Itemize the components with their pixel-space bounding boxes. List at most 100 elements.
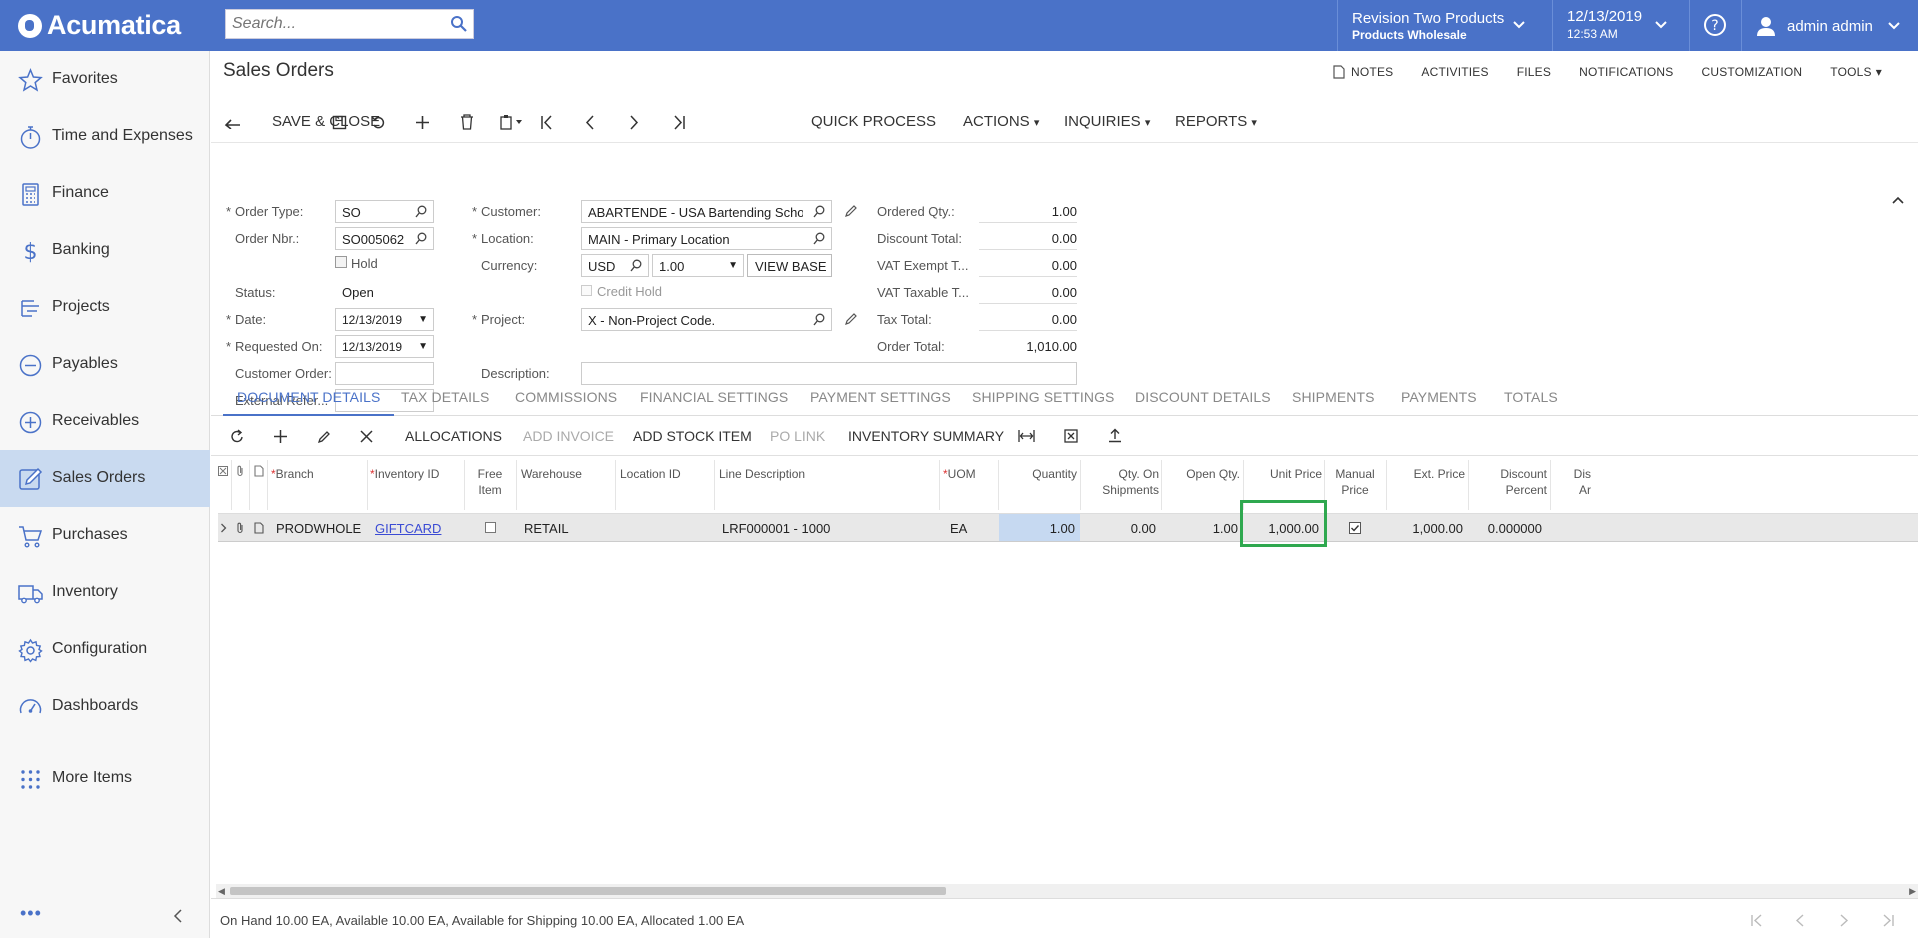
search-icon[interactable] [813,313,826,326]
order-type-field[interactable]: SO [335,200,434,223]
sidebar-item-finance[interactable]: Finance [0,165,210,222]
col-discount-percent[interactable]: Discount Percent [1468,466,1547,498]
search-input[interactable] [226,10,446,38]
user-menu[interactable]: admin admin [1755,15,1901,37]
sidebar-item-time-and-expenses[interactable]: Time and Expenses [0,108,210,165]
search-icon[interactable] [813,232,826,245]
col-manual-price[interactable]: Manual Price [1324,466,1386,498]
col-quantity[interactable]: Quantity [998,466,1077,482]
help-icon[interactable]: ? [1703,13,1727,37]
horizontal-scrollbar[interactable]: ◀ ▶ [216,884,1918,898]
scroll-right-icon[interactable]: ▶ [1909,886,1916,897]
actions-menu[interactable]: ACTIONS ▾ [963,113,1039,130]
add-row-icon[interactable] [273,429,288,444]
next-record-icon[interactable] [629,115,639,130]
customer-field[interactable]: ABARTENDE - USA Bartending Schoo [581,200,832,223]
sidebar-item-favorites[interactable]: Favorites [0,51,210,108]
refresh-icon[interactable] [230,429,245,444]
caret-down-icon[interactable]: ▼ [418,341,428,352]
sidebar-item-sales-orders[interactable]: Sales Orders [0,450,210,507]
excel-export-icon[interactable] [1064,429,1078,443]
project-field[interactable]: X - Non-Project Code. [581,308,832,331]
reports-menu[interactable]: REPORTS ▾ [1175,113,1257,130]
tab-commissions[interactable]: COMMISSIONS [515,389,617,405]
more-options-icon[interactable]: ••• [20,903,42,924]
col-inventory-id[interactable]: *Inventory ID [370,466,439,482]
order-nbr-field[interactable]: SO005062 [335,227,434,250]
caret-down-icon[interactable]: ▼ [728,260,738,271]
sidebar-item-inventory[interactable]: Inventory [0,564,210,621]
files-link[interactable]: FILES [1517,65,1551,79]
cell-open-qty[interactable]: 1.00 [1161,521,1238,536]
col-uom[interactable]: *UOM [943,466,976,482]
copy-paste-icon[interactable] [499,114,525,130]
search-icon[interactable] [450,15,468,33]
save-close-button[interactable]: SAVE & CLOSE [272,113,380,130]
cell-qty-on-shipments[interactable]: 0.00 [1080,521,1156,536]
scroll-left-icon[interactable]: ◀ [218,886,225,897]
cell-uom[interactable]: EA [950,521,967,536]
sidebar-item-dashboards[interactable]: Dashboards [0,678,210,735]
col-free-item[interactable]: Free Item [464,466,516,498]
inventory-summary-button[interactable]: INVENTORY SUMMARY [848,428,1004,444]
manual-price-checkbox[interactable] [1349,522,1361,534]
view-base-button[interactable]: VIEW BASE [747,254,832,277]
col-location-id[interactable]: Location ID [620,466,681,482]
activities-link[interactable]: ACTIVITIES [1421,65,1488,79]
edit-icon[interactable] [317,429,332,444]
tab-financial-settings[interactable]: FINANCIAL SETTINGS [640,389,788,405]
acumatica-logo[interactable]: Acumatica [18,10,181,41]
fit-columns-icon[interactable] [1018,429,1035,443]
cell-discount-percent[interactable]: 0.000000 [1468,521,1542,536]
note-icon[interactable] [254,522,264,534]
credit-hold-checkbox[interactable] [581,285,592,296]
close-icon[interactable] [360,430,373,443]
currency-rate-field[interactable]: 1.00 ▼ [652,254,744,277]
business-date-selector[interactable]: 12/13/2019 12:53 AM [1567,8,1642,41]
search-icon[interactable] [415,205,428,218]
chevron-down-icon[interactable] [1512,20,1526,30]
col-open-qty[interactable]: Open Qty. [1161,466,1240,482]
add-stock-item-button[interactable]: ADD STOCK ITEM [633,428,752,444]
grid-settings-icon[interactable] [218,466,228,476]
previous-page-icon[interactable] [1795,914,1805,927]
tab-payment-settings[interactable]: PAYMENT SETTINGS [810,389,951,405]
col-ext-price[interactable]: Ext. Price [1386,466,1465,482]
edit-icon[interactable] [844,312,858,326]
requested-on-field[interactable]: 12/13/2019 ▼ [335,335,434,358]
sidebar-item-banking[interactable]: $ Banking [0,222,210,279]
inquiries-menu[interactable]: INQUIRIES ▾ [1064,113,1150,130]
first-page-icon[interactable] [1750,914,1764,927]
hold-checkbox[interactable] [335,256,347,268]
tools-menu[interactable]: TOOLS ▾ [1830,65,1910,79]
caret-down-icon[interactable]: ▼ [418,314,428,325]
upload-icon[interactable] [1108,428,1122,443]
cell-branch[interactable]: PRODWHOLE [276,521,361,536]
sidebar-item-more-items[interactable]: More Items [0,750,210,807]
quick-process-button[interactable]: QUICK PROCESS [811,113,936,130]
delete-icon[interactable] [460,114,474,130]
back-icon[interactable] [224,115,242,129]
notes-link[interactable]: NOTES [1333,65,1393,79]
allocations-button[interactable]: ALLOCATIONS [405,428,502,444]
table-row[interactable]: PRODWHOLE GIFTCARD RETAIL LRF000001 - 10… [216,514,1918,542]
cell-inventory-id[interactable]: GIFTCARD [375,521,441,536]
date-field[interactable]: 12/13/2019 ▼ [335,308,434,331]
last-page-icon[interactable] [1881,914,1895,927]
previous-record-icon[interactable] [585,115,595,130]
col-warehouse[interactable]: Warehouse [521,466,582,482]
col-qty-on-shipments[interactable]: Qty. On Shipments [1080,466,1159,498]
location-field[interactable]: MAIN - Primary Location [581,227,832,250]
free-item-checkbox[interactable] [485,522,496,533]
search-icon[interactable] [630,259,643,272]
last-record-icon[interactable] [672,115,686,130]
tab-discount-details[interactable]: DISCOUNT DETAILS [1135,389,1271,405]
cell-warehouse[interactable]: RETAIL [524,521,569,536]
search-icon[interactable] [813,205,826,218]
sidebar-item-payables[interactable]: Payables [0,336,210,393]
edit-icon[interactable] [844,204,858,218]
col-branch[interactable]: *Branch [271,466,314,482]
tab-shipments[interactable]: SHIPMENTS [1292,389,1375,405]
add-invoice-button[interactable]: ADD INVOICE [523,428,614,444]
search-box[interactable] [225,9,474,39]
